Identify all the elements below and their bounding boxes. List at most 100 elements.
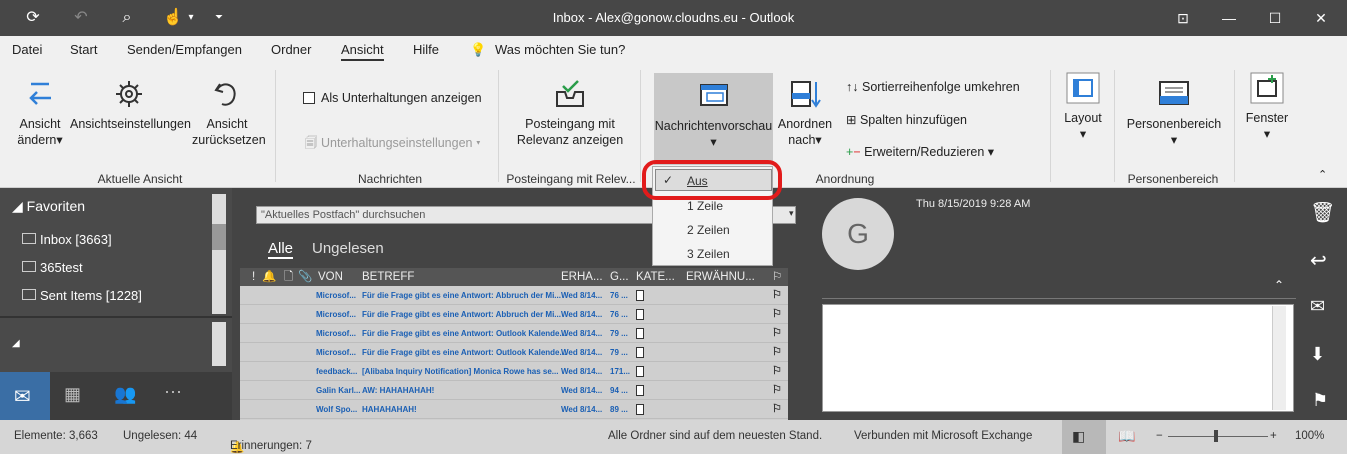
folder-365test[interactable]: 365test	[22, 260, 83, 275]
people-icon[interactable]: 👥	[114, 384, 136, 405]
ansichtseinstellungen-button[interactable]: Ansichtseinstellungen	[70, 78, 191, 132]
tab-hilfe[interactable]: Hilfe	[413, 42, 439, 57]
erweitern-reduzieren-button[interactable]: +− Erweitern/Reduzieren ▾	[846, 144, 994, 159]
importance-icon[interactable]: !	[252, 268, 255, 286]
move-icon[interactable]: ⬇	[1310, 344, 1325, 365]
maximize-icon[interactable]: ☐	[1252, 0, 1298, 36]
category-box[interactable]	[636, 290, 644, 301]
fenster-button[interactable]: Fenster ▾	[1244, 72, 1290, 142]
col-kategorien[interactable]: KATE...	[636, 268, 675, 286]
tab-ungelesen[interactable]: Ungelesen	[312, 240, 384, 257]
flag-icon[interactable]: ⚐	[772, 343, 782, 361]
table-row[interactable]: Microsof... Für die Frage gibt es eine An…	[240, 343, 788, 362]
table-row[interactable]: feedback... [Alibaba Inquiry Notification…	[240, 362, 788, 381]
zoom-in-icon[interactable]: +	[1270, 430, 1277, 442]
search-scope-dropdown-icon[interactable]: ▾	[789, 208, 794, 219]
menu-item-3-zeilen[interactable]: 3 Zeilen	[687, 247, 730, 261]
category-box[interactable]	[636, 347, 644, 358]
flag-icon[interactable]: ⚐	[772, 286, 782, 304]
folder-scrollbar[interactable]	[212, 194, 226, 314]
attachment-icon[interactable]: 📎	[298, 268, 312, 286]
tab-ansicht[interactable]: Ansicht	[341, 42, 384, 61]
tab-start[interactable]: Start	[70, 42, 97, 57]
account-scrollbar[interactable]	[212, 322, 226, 366]
row-date: Wed 8/14...	[561, 367, 603, 376]
category-box[interactable]	[636, 309, 644, 320]
zoom-slider[interactable]	[1168, 436, 1268, 437]
zoom-out-icon[interactable]: −	[1156, 430, 1163, 442]
message-date: Thu 8/15/2019 9:28 AM	[916, 198, 1031, 210]
close-icon[interactable]: ✕	[1298, 0, 1344, 36]
menu-item-1-zeile[interactable]: 1 Zeile	[687, 199, 723, 213]
folder-inbox[interactable]: Inbox [3663]	[22, 232, 112, 247]
flag-icon[interactable]: ⚐	[772, 362, 782, 380]
row-subject: Für die Frage gibt es eine Antwort: Abbr…	[362, 291, 561, 300]
ansicht-aendern-button[interactable]: Ansicht ändern▾	[14, 78, 66, 148]
normal-view-icon: ◧	[1072, 428, 1086, 444]
table-row[interactable]: Galin Karl... AW: HAHAHAHAH! Wed 8/14... 94…	[240, 381, 788, 400]
delete-icon[interactable]: 🗑	[1310, 200, 1335, 225]
table-row[interactable]: Microsof... Für die Frage gibt es eine An…	[240, 286, 788, 305]
personenbereich-button[interactable]: Personenbereich ▾	[1124, 78, 1224, 148]
category-box[interactable]	[636, 385, 644, 396]
flag-icon[interactable]: ⚐	[772, 305, 782, 323]
flag-icon[interactable]: ⚐	[772, 400, 782, 418]
message-body[interactable]	[822, 304, 1294, 412]
reading-view-icon[interactable]: 📖	[1118, 428, 1135, 445]
col-erwaehnung[interactable]: ERWÄHNU...	[686, 268, 755, 286]
unterhaltungseinstellungen-button[interactable]: 🗐 Unterhaltungseinstellungen ▾	[305, 134, 481, 155]
col-betreff[interactable]: BETREFF	[362, 268, 414, 286]
lightbulb-icon: 💡	[470, 42, 487, 57]
tab-senden-empfangen[interactable]: Senden/Empfangen	[127, 42, 242, 57]
mail-action-icon[interactable]: ✉	[1310, 296, 1325, 317]
more-icon[interactable]: ⋯	[164, 382, 182, 403]
mail-icon[interactable]: ✉	[14, 384, 31, 409]
table-row[interactable]: Microsof... Für die Frage gibt es eine An…	[240, 324, 788, 343]
icon-column-icon[interactable]: 🗋	[284, 268, 293, 286]
reply-icon[interactable]: ↩	[1310, 248, 1327, 273]
col-erhalten[interactable]: ERHA...	[561, 268, 603, 286]
row-subject: Für die Frage gibt es eine Antwort: Outl…	[362, 348, 567, 357]
flag-icon[interactable]: ⚐	[772, 324, 782, 342]
tell-me-search[interactable]: Was möchten Sie tun?	[495, 42, 625, 57]
category-box[interactable]	[636, 404, 644, 415]
reminder-icon[interactable]: 🔔	[262, 268, 276, 286]
tab-datei[interactable]: Datei	[12, 42, 42, 57]
minimize-icon[interactable]: —	[1206, 0, 1252, 36]
table-row[interactable]: Wolf Spo... HAHAHAHAH! Wed 8/14... 89 ... ⚐	[240, 400, 788, 419]
layout-button[interactable]: Layout ▾	[1060, 72, 1106, 142]
flag-filter-icon[interactable]: ⚐	[772, 268, 782, 286]
menu-item-2-zeilen[interactable]: 2 Zeilen	[687, 223, 730, 237]
table-row[interactable]: Microsof... Für die Frage gibt es eine An…	[240, 305, 788, 324]
body-scrollbar[interactable]	[1272, 306, 1286, 410]
row-subject: Für die Frage gibt es eine Antwort: Outl…	[362, 329, 567, 338]
als-unterhaltungen-checkbox[interactable]: Als Unterhaltungen anzeigen	[303, 91, 482, 105]
calendar-icon[interactable]: ▦	[64, 384, 81, 405]
expand-account-icon[interactable]: ◢	[12, 338, 20, 349]
status-ordner: Alle Ordner sind auf dem neuesten Stand.	[608, 430, 823, 442]
zoom-slider-thumb[interactable]	[1214, 430, 1218, 442]
flag-icon[interactable]: ⚐	[772, 381, 782, 399]
category-box[interactable]	[636, 366, 644, 377]
ansicht-zuruecksetzen-button[interactable]: Ansicht zurücksetzen	[192, 78, 266, 148]
ribbon-display-options-icon[interactable]: ⊡	[1160, 0, 1206, 36]
tab-alle[interactable]: Alle	[268, 240, 294, 259]
nachrichtenvorschau-button[interactable]: Nachrichtenvorschau ▾	[654, 73, 773, 165]
category-box[interactable]	[636, 328, 644, 339]
flag-icon[interactable]: ⚑	[1312, 390, 1328, 411]
collapse-ribbon-icon[interactable]: ⌃	[1318, 168, 1327, 181]
collapse-header-icon[interactable]: ⌃	[1274, 278, 1284, 292]
sortierreihenfolge-button[interactable]: ↑↓ Sortierreihenfolge umkehren	[846, 80, 1020, 94]
favoriten-header[interactable]: ◢ Favoriten	[12, 198, 85, 215]
spalten-hinzufuegen-button[interactable]: ⊞ Spalten hinzufügen	[846, 112, 967, 127]
folder-sent-items[interactable]: Sent Items [1228]	[22, 288, 142, 303]
ribbon-tabs: Datei Start Senden/Empfangen Ordner Ansi…	[0, 36, 1347, 64]
posteingang-relevanz-button[interactable]: Posteingang mit Relevanz anzeigen	[514, 78, 626, 148]
anordnen-nach-button[interactable]: Anordnen nach▾	[776, 78, 834, 148]
col-von[interactable]: VON	[318, 268, 343, 286]
tab-ordner[interactable]: Ordner	[271, 42, 311, 57]
folder-label: Sent Items [1228]	[40, 288, 142, 303]
status-elemente: Elemente: 3,663	[14, 430, 98, 442]
col-groesse[interactable]: G...	[610, 268, 629, 286]
scrollbar-thumb[interactable]	[212, 224, 226, 250]
